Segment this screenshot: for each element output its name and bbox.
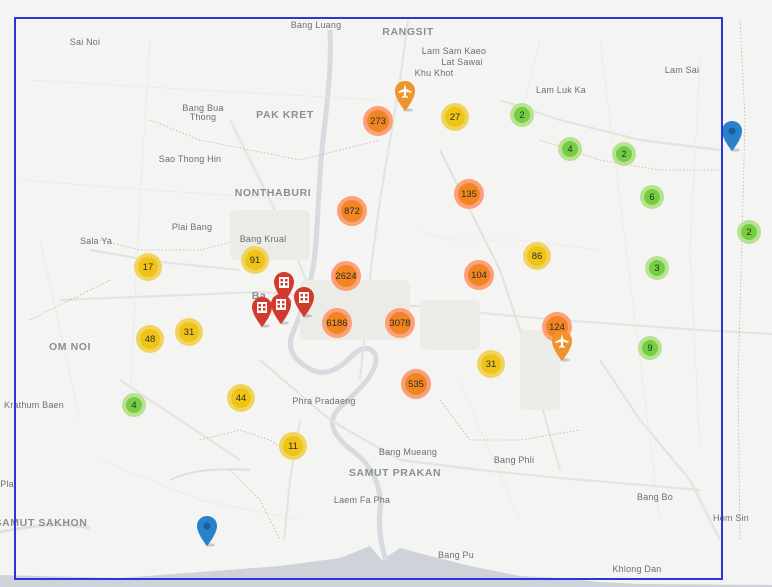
place-label: Hom Sin [713, 513, 749, 523]
cluster-count: 91 [245, 250, 265, 270]
hospital-marker[interactable] [292, 286, 316, 323]
cluster-marker[interactable]: 104 [464, 260, 494, 290]
place-label: RANGSIT [382, 26, 434, 38]
place-label: NONTHABURI [234, 187, 312, 199]
cluster-count: 4 [562, 141, 578, 157]
airport-marker[interactable] [393, 80, 417, 117]
cluster-count: 11 [283, 436, 303, 456]
hospital-icon [294, 287, 314, 318]
place-label: Thong [189, 112, 217, 122]
place-label: Sao Thong Hin [158, 154, 222, 164]
place-label: PAK KRET [256, 109, 314, 121]
place-label: Sai Noi [69, 37, 101, 47]
cluster-marker[interactable]: 27 [441, 103, 469, 131]
place-label: Lam Sam Kaeo [421, 46, 487, 56]
cluster-count: 31 [481, 354, 501, 374]
cluster-count: 44 [231, 388, 251, 408]
place-label: Bang Luang [290, 20, 342, 30]
pin-marker[interactable] [720, 120, 744, 157]
cluster-marker[interactable]: 17 [134, 253, 162, 281]
cluster-marker[interactable]: 31 [175, 318, 203, 346]
place-label: OM NOI [48, 341, 92, 353]
cluster-marker[interactable]: 2624 [331, 261, 361, 291]
cluster-count: 2624 [335, 265, 357, 287]
cluster-marker[interactable]: 44 [227, 384, 255, 412]
airport-icon [395, 81, 415, 112]
cluster-count: 9 [642, 340, 658, 356]
hospital-icon [271, 294, 291, 325]
cluster-count: 135 [458, 183, 480, 205]
cluster-count: 273 [367, 110, 389, 132]
cluster-count: 535 [405, 373, 427, 395]
place-label: Bang Krual [239, 234, 287, 244]
cluster-count: 17 [138, 257, 158, 277]
cluster-count: 48 [140, 329, 160, 349]
place-label: Lam Luk Ka [535, 85, 587, 95]
place-label: Khu Khot [414, 68, 454, 78]
cluster-marker[interactable]: 86 [523, 242, 551, 270]
place-label: Laem Fa Pha [333, 495, 391, 505]
place-label: Plai Bang [171, 222, 213, 232]
cluster-count: 31 [179, 322, 199, 342]
place-label: Sala Ya [79, 236, 113, 246]
cluster-count: 872 [341, 200, 363, 222]
cluster-marker[interactable]: 135 [454, 179, 484, 209]
cluster-marker[interactable]: 535 [401, 369, 431, 399]
cluster-count: 27 [445, 107, 465, 127]
cluster-marker[interactable]: 31 [477, 350, 505, 378]
cluster-marker[interactable]: 6186 [322, 308, 352, 338]
cluster-marker[interactable]: 4 [558, 137, 582, 161]
hospital-marker[interactable] [269, 293, 293, 330]
place-label: Khlong Dan [612, 564, 662, 574]
place-label: Bang Bo [637, 492, 673, 502]
place-label: Krathum Baen [4, 400, 64, 410]
cluster-count: 2 [616, 146, 632, 162]
cluster-count: 104 [468, 264, 490, 286]
cluster-count: 3078 [389, 312, 411, 334]
map-view[interactable]: Bang Luang RANGSIT Sai Noi Lam Sam Kaeo Lat … [0, 0, 772, 587]
cluster-marker[interactable]: 11 [279, 432, 307, 460]
cluster-count: 6 [644, 189, 660, 205]
place-label: Phra Pradaeng [292, 396, 356, 406]
cluster-marker[interactable]: 91 [241, 246, 269, 274]
cluster-marker[interactable]: 9 [638, 336, 662, 360]
place-label: Bang Pu [438, 550, 474, 560]
cluster-marker[interactable]: 48 [136, 325, 164, 353]
airport-marker[interactable] [550, 330, 574, 367]
location-pin-icon [197, 516, 217, 547]
place-label: SAMUT SAKHON [0, 517, 88, 529]
cluster-marker[interactable]: 3078 [385, 308, 415, 338]
cluster-count: 6186 [326, 312, 348, 334]
pin-marker[interactable] [195, 515, 219, 552]
place-label: Bang Phli [493, 455, 535, 465]
cluster-marker[interactable]: 273 [363, 106, 393, 136]
place-label: Pla [0, 479, 14, 489]
cluster-count: 4 [126, 397, 142, 413]
cluster-count: 2 [514, 107, 530, 123]
cluster-count: 3 [649, 260, 665, 276]
place-label: Bang Mueang [378, 447, 438, 457]
location-pin-icon [722, 121, 742, 152]
place-label: Lam Sai [664, 65, 700, 75]
cluster-marker[interactable]: 4 [122, 393, 146, 417]
cluster-marker[interactable]: 3 [645, 256, 669, 280]
place-label: SAMUT PRAKAN [348, 467, 442, 479]
cluster-count: 2 [741, 224, 757, 240]
cluster-marker[interactable]: 6 [640, 185, 664, 209]
airport-icon [552, 331, 572, 362]
cluster-marker[interactable]: 872 [337, 196, 367, 226]
cluster-count: 86 [527, 246, 547, 266]
cluster-marker[interactable]: 2 [737, 220, 761, 244]
place-label: Lat Sawai [441, 57, 483, 67]
cluster-marker[interactable]: 2 [510, 103, 534, 127]
cluster-marker[interactable]: 2 [612, 142, 636, 166]
